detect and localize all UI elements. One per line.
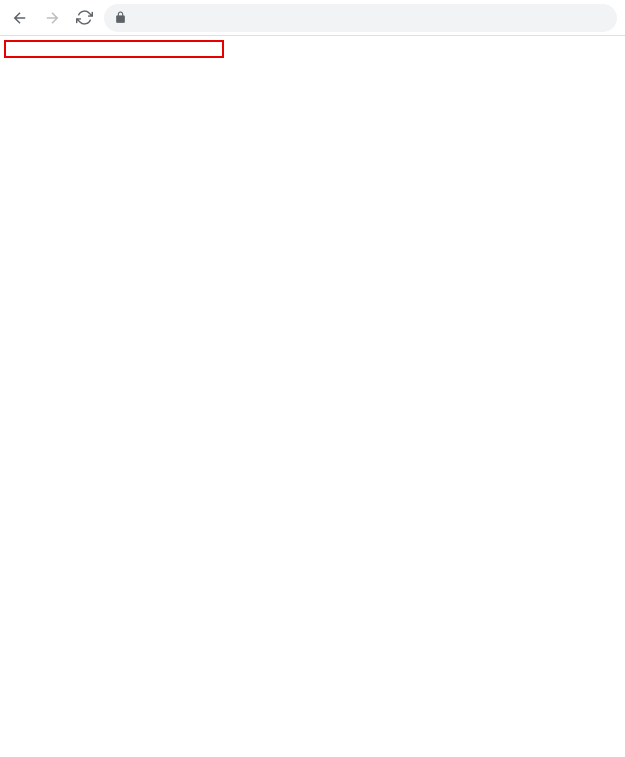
arrow-right-icon xyxy=(43,9,61,27)
directory-listing xyxy=(0,36,625,40)
reload-button[interactable] xyxy=(72,6,96,30)
browser-toolbar xyxy=(0,0,625,36)
lock-icon xyxy=(114,11,127,24)
arrow-left-icon xyxy=(11,9,29,27)
back-button[interactable] xyxy=(8,6,32,30)
highlight-box xyxy=(4,40,224,58)
reload-icon xyxy=(76,9,93,26)
url-bar[interactable] xyxy=(104,4,617,32)
forward-button[interactable] xyxy=(40,6,64,30)
